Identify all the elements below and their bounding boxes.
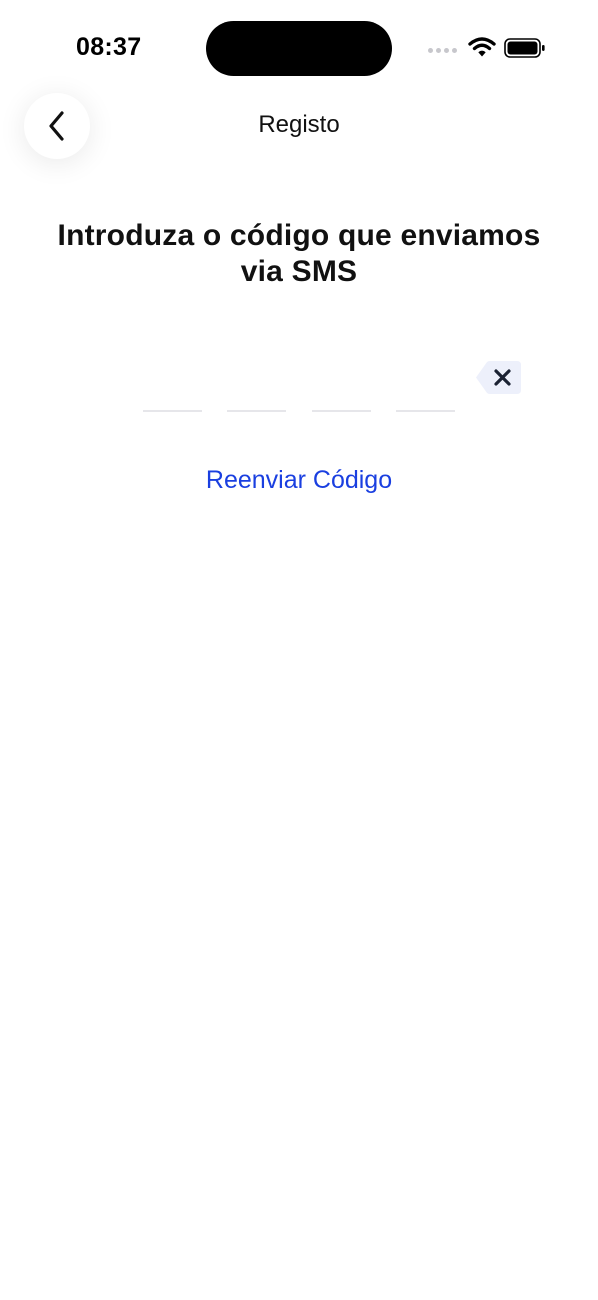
dynamic-island bbox=[206, 21, 392, 76]
status-time: 08:37 bbox=[76, 33, 142, 61]
resend-code-link[interactable]: Reenviar Código bbox=[0, 466, 598, 495]
status-bar: 08:37 bbox=[0, 0, 598, 96]
sms-code-input[interactable] bbox=[143, 360, 463, 412]
battery-icon bbox=[504, 38, 545, 58]
page-title: Registo bbox=[258, 111, 340, 138]
code-digit-1[interactable] bbox=[143, 360, 202, 412]
instruction-heading: Introduza o código que enviamos via SMS bbox=[57, 219, 541, 288]
code-digit-2[interactable] bbox=[227, 360, 286, 412]
status-icons bbox=[428, 36, 548, 60]
code-digit-4[interactable] bbox=[396, 360, 455, 412]
backspace-icon[interactable] bbox=[476, 361, 521, 394]
cellular-signal-icon bbox=[428, 44, 458, 54]
code-digit-3[interactable] bbox=[312, 360, 371, 412]
wifi-icon bbox=[468, 37, 496, 57]
